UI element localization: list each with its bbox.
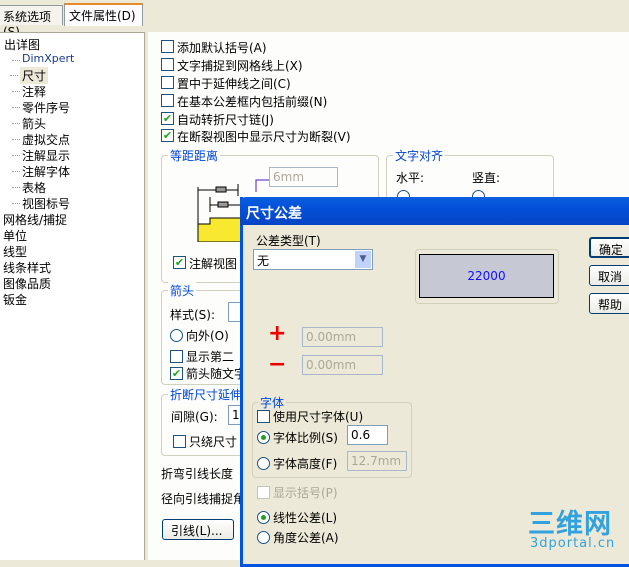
checkbox-show-second[interactable] <box>170 350 183 363</box>
watermark-url: 3dportal.cn <box>530 536 616 551</box>
checkbox-add-default-parens[interactable] <box>161 40 174 53</box>
option-label: 只绕尺寸 <box>189 435 238 449</box>
tree-item[interactable]: 箭头 <box>11 115 46 132</box>
tree-item[interactable]: 视图标号 <box>11 195 70 212</box>
option-label: 使用尺寸字体(U) <box>273 410 364 424</box>
tree-item-selected[interactable]: 尺寸 <box>9 67 49 84</box>
tree-item[interactable]: 表格 <box>11 179 46 196</box>
arrow-style-label: 样式(S): <box>170 308 216 322</box>
leader-button[interactable]: 引线(L)... <box>162 519 234 540</box>
font-scale-input[interactable]: 0.6 <box>347 425 388 445</box>
tree-item[interactable]: 注解显示 <box>11 147 70 164</box>
checkbox-snap-text-grid[interactable] <box>161 58 174 71</box>
checkbox-auto-jog[interactable]: ✔ <box>161 112 174 125</box>
tolerance-type-value: 无 <box>257 254 270 268</box>
radio-font-scale[interactable] <box>257 431 270 444</box>
option-label: 显示括号(P) <box>273 486 338 500</box>
dialog-title[interactable]: 尺寸公差 <box>240 197 629 225</box>
tree-item[interactable]: 虚拟交点 <box>11 131 70 148</box>
cancel-button[interactable]: 取消 <box>589 265 629 286</box>
tree-item[interactable]: 出详图 <box>4 36 40 53</box>
group-title: 折断尺寸延伸 <box>168 386 245 403</box>
radio-outside[interactable] <box>170 329 183 342</box>
radio-font-height[interactable] <box>257 457 270 470</box>
offset-input[interactable]: 6mm <box>269 167 338 187</box>
checkbox-center-between-ext[interactable] <box>161 76 174 89</box>
checkbox-show-parens[interactable] <box>257 486 270 499</box>
option-label: 字体高度(F) <box>273 457 338 471</box>
tolerance-type-select[interactable]: 无 ▼ <box>253 249 373 270</box>
vertical-label: 竖直: <box>472 171 501 185</box>
option-label: 在基本公差框内包括前缀(N) <box>177 95 328 109</box>
radio-linear-tolerance[interactable] <box>257 511 270 524</box>
option-label: 文字捕捉到网格线上(X) <box>177 59 303 73</box>
radial-snap-label: 径向引线捕捉角 <box>161 492 246 506</box>
help-button[interactable]: 帮助 <box>589 293 629 314</box>
checkbox-use-dim-font[interactable] <box>257 410 270 423</box>
group-title: 等距距离 <box>168 147 221 164</box>
option-label: 角度公差(A) <box>273 531 339 545</box>
option-label: 显示第二 <box>186 350 235 364</box>
checkbox-only-around[interactable] <box>173 435 186 448</box>
plus-icon: + <box>268 321 287 346</box>
tree-item[interactable]: 零件序号 <box>11 99 70 116</box>
option-label: 字体比例(S) <box>273 431 338 445</box>
chevron-down-icon[interactable]: ▼ <box>355 251 371 268</box>
minus-icon: − <box>268 352 287 377</box>
tree-item[interactable]: 线条样式 <box>3 259 51 276</box>
font-height-input[interactable]: 12.7mm <box>347 451 407 471</box>
tolerance-type-label: 公差类型(T) <box>256 234 321 248</box>
options-tree[interactable]: 出详图 DimXpert 尺寸 注释 零件序号 箭头 虚拟交点 注解显示 注解字… <box>0 32 145 560</box>
tree-item[interactable]: 钣金 <box>3 291 27 308</box>
lower-tolerance-input[interactable]: 0.00mm <box>302 355 383 375</box>
horizontal-label: 水平: <box>396 171 425 185</box>
checkbox-arrow-follow-text[interactable]: ✔ <box>170 367 183 380</box>
tree-item[interactable]: DimXpert <box>11 52 74 65</box>
tree-item[interactable]: 注解字体 <box>11 163 70 180</box>
group-title: 箭头 <box>168 282 197 299</box>
tolerance-preview: 22000 <box>419 254 554 298</box>
tab-document-properties[interactable]: 文件属性(D) <box>64 3 143 26</box>
checkbox-show-broken[interactable]: ✔ <box>161 129 174 142</box>
tree-item[interactable]: 图像品质 <box>3 275 51 292</box>
gap-label: 间隙(G): <box>171 410 218 424</box>
tree-item[interactable]: 线型 <box>3 243 27 260</box>
checkbox-include-prefix[interactable] <box>161 94 174 107</box>
tree-item[interactable]: 网格线/捕捉 <box>3 211 67 228</box>
option-label: 在断裂视图中显示尺寸为断裂(V) <box>177 130 351 144</box>
option-label: 线性公差(L) <box>273 511 338 525</box>
upper-tolerance-input[interactable]: 0.00mm <box>302 327 383 347</box>
option-label: 向外(O) <box>186 329 229 343</box>
option-label: 注解视图 <box>189 257 238 271</box>
checkbox-annotation-view[interactable]: ✔ <box>173 256 186 269</box>
tree-item[interactable]: 单位 <box>3 227 27 244</box>
bent-leader-label: 折弯引线长度 <box>161 467 234 481</box>
option-label: 添加默认括号(A) <box>177 41 267 55</box>
ok-button[interactable]: 确定 <box>589 237 629 258</box>
option-label: 自动转折尺寸链(J) <box>177 113 274 127</box>
tab-system-options[interactable]: 系统选项(S) <box>0 5 63 39</box>
option-label: 箭头随文字 <box>186 367 247 381</box>
tree-item[interactable]: 注释 <box>11 83 46 100</box>
radio-angular-tolerance[interactable] <box>257 531 270 544</box>
group-title: 文字对齐 <box>393 147 446 164</box>
option-label: 置中于延伸线之间(C) <box>177 77 291 91</box>
